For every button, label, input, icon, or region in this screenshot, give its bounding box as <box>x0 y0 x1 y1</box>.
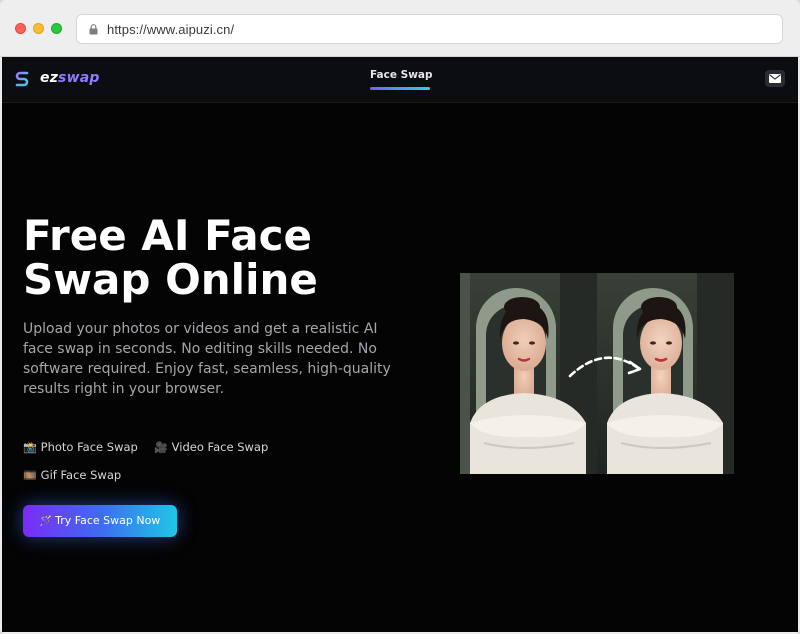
contact-button[interactable] <box>765 70 785 87</box>
feature-label: Gif Face Swap <box>40 468 122 482</box>
face-swap-example-image <box>460 273 734 474</box>
hero-title: Free AI Face Swap Online <box>23 211 318 304</box>
logo-s-icon[interactable] <box>15 71 29 89</box>
url-text: https://www.aipuzi.cn/ <box>107 22 235 37</box>
close-window-button[interactable] <box>15 23 26 34</box>
magic-wand-icon: 🪄 <box>39 516 53 527</box>
address-bar[interactable]: https://www.aipuzi.cn/ <box>76 14 783 44</box>
hero-subtitle: Upload your photos or videos and get a r… <box>23 321 391 397</box>
logo-text-swap: swap <box>58 70 100 86</box>
film-frames-icon: 🎞️ <box>23 469 37 482</box>
minimize-window-button[interactable] <box>33 23 44 34</box>
swap-arrow-icon <box>568 356 642 378</box>
browser-toolbar: https://www.aipuzi.cn/ <box>0 0 800 57</box>
lock-icon <box>89 24 98 35</box>
maximize-window-button[interactable] <box>51 23 62 34</box>
feature-video-face-swap: 🎥 Video Face Swap <box>154 440 268 454</box>
camera-icon: 📸 <box>23 441 37 454</box>
logo-text-ez: ez <box>40 70 59 86</box>
tab-face-swap[interactable]: Face Swap <box>370 69 433 81</box>
web-page: ezswap Face Swap Free AI Face Swap Onlin… <box>2 57 798 632</box>
cta-label: Try Face Swap Now <box>55 514 161 527</box>
try-face-swap-button[interactable]: 🪄 Try Face Swap Now <box>23 505 177 537</box>
browser-window: https://www.aipuzi.cn/ ezswap Face Swap <box>0 0 800 634</box>
video-camera-icon: 🎥 <box>154 441 168 454</box>
feature-gif-face-swap: 🎞️ Gif Face Swap <box>23 468 121 482</box>
feature-label: Photo Face Swap <box>40 440 138 454</box>
active-tab-indicator <box>370 87 430 90</box>
feature-photo-face-swap: 📸 Photo Face Swap <box>23 440 138 454</box>
mail-icon <box>769 74 781 83</box>
feature-label: Video Face Swap <box>171 440 269 454</box>
site-logo[interactable]: ezswap <box>40 70 100 86</box>
site-header: ezswap Face Swap <box>2 57 798 103</box>
